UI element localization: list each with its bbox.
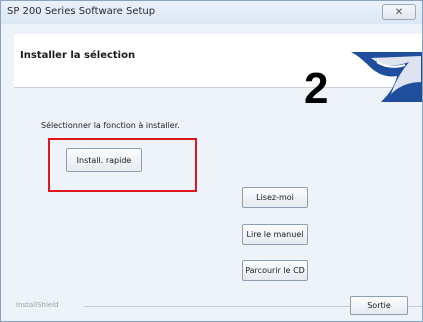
step-number-label: 2 (304, 64, 329, 113)
browse-cd-button[interactable]: Parcourir le CD (242, 260, 308, 281)
readme-button[interactable]: Lisez-moi (242, 187, 308, 208)
page-title: Installer la sélection (20, 50, 136, 61)
dialog-client-area: Installer la sélection 2 Sélectionner la… (14, 25, 422, 321)
blue-wing-logo-icon (351, 52, 422, 102)
installshield-label: InstallShield (16, 301, 59, 309)
window-title: SP 200 Series Software Setup (7, 6, 156, 17)
close-icon: ✕ (394, 6, 404, 18)
quick-install-button[interactable]: Install. rapide (66, 148, 142, 172)
exit-button[interactable]: Sortie (350, 296, 408, 315)
read-manual-button[interactable]: Lire le manuel (242, 224, 308, 245)
close-button[interactable]: ✕ (382, 4, 416, 20)
instruction-text: Sélectionner la fonction à installer. (41, 121, 180, 130)
setup-window: SP 200 Series Software Setup ✕ Installer… (0, 0, 423, 322)
title-bar[interactable]: SP 200 Series Software Setup ✕ (1, 1, 422, 24)
